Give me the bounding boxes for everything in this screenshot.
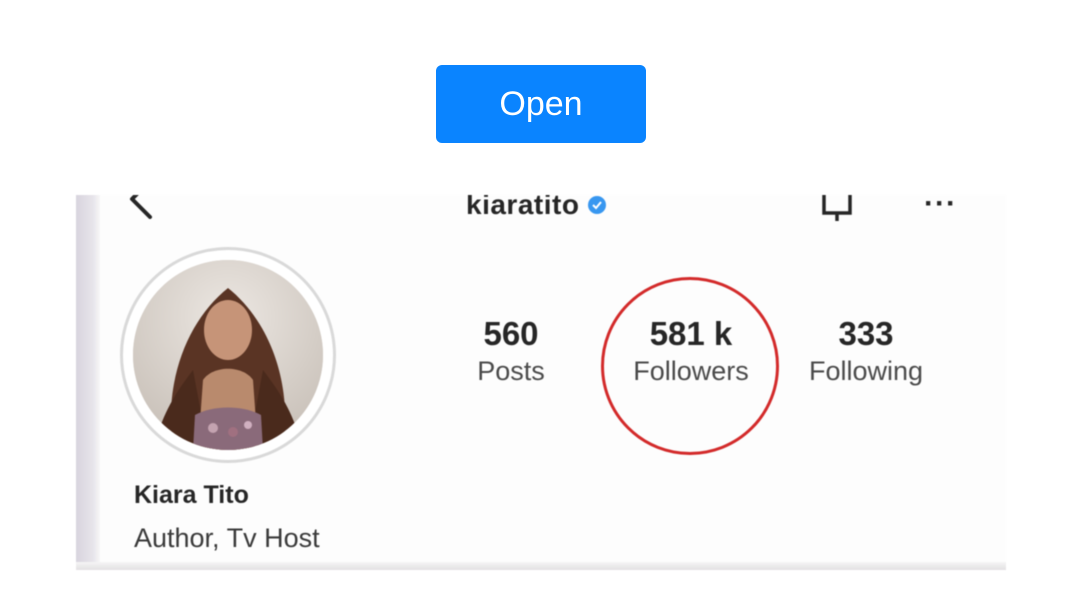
more-options-icon[interactable]: ···	[924, 195, 957, 221]
followers-count: 581 k	[649, 315, 733, 352]
back-arrow-icon[interactable]	[120, 195, 162, 219]
bell-icon[interactable]	[814, 195, 860, 225]
avatar[interactable]	[120, 247, 336, 463]
bottom-edge	[76, 562, 1006, 570]
stat-followers[interactable]: 581 k Followers	[616, 315, 766, 389]
posts-count: 560	[483, 315, 539, 352]
left-edge	[76, 195, 100, 570]
page: Open kiaratito ··· 560 Posts 581 k Follo…	[0, 0, 1079, 599]
posts-label: Posts	[477, 356, 545, 386]
top-area: Open	[0, 0, 1079, 195]
followers-label: Followers	[633, 356, 749, 386]
open-button[interactable]: Open	[436, 65, 646, 143]
username: kiaratito	[466, 195, 580, 220]
profile-header: kiaratito	[466, 195, 607, 221]
avatar-photo	[133, 260, 323, 450]
stat-posts[interactable]: 560 Posts	[466, 315, 556, 389]
profile-photo-icon	[133, 260, 323, 450]
verified-badge-icon	[588, 196, 607, 214]
following-label: Following	[808, 356, 924, 386]
following-count: 333	[838, 315, 894, 352]
bio: Author, Tv Host	[134, 523, 320, 553]
profile-screenshot: kiaratito ··· 560 Posts 581 k Followers …	[76, 195, 1006, 570]
stat-following[interactable]: 333 Following	[796, 315, 936, 389]
display-name: Kiara Tito	[134, 481, 249, 509]
